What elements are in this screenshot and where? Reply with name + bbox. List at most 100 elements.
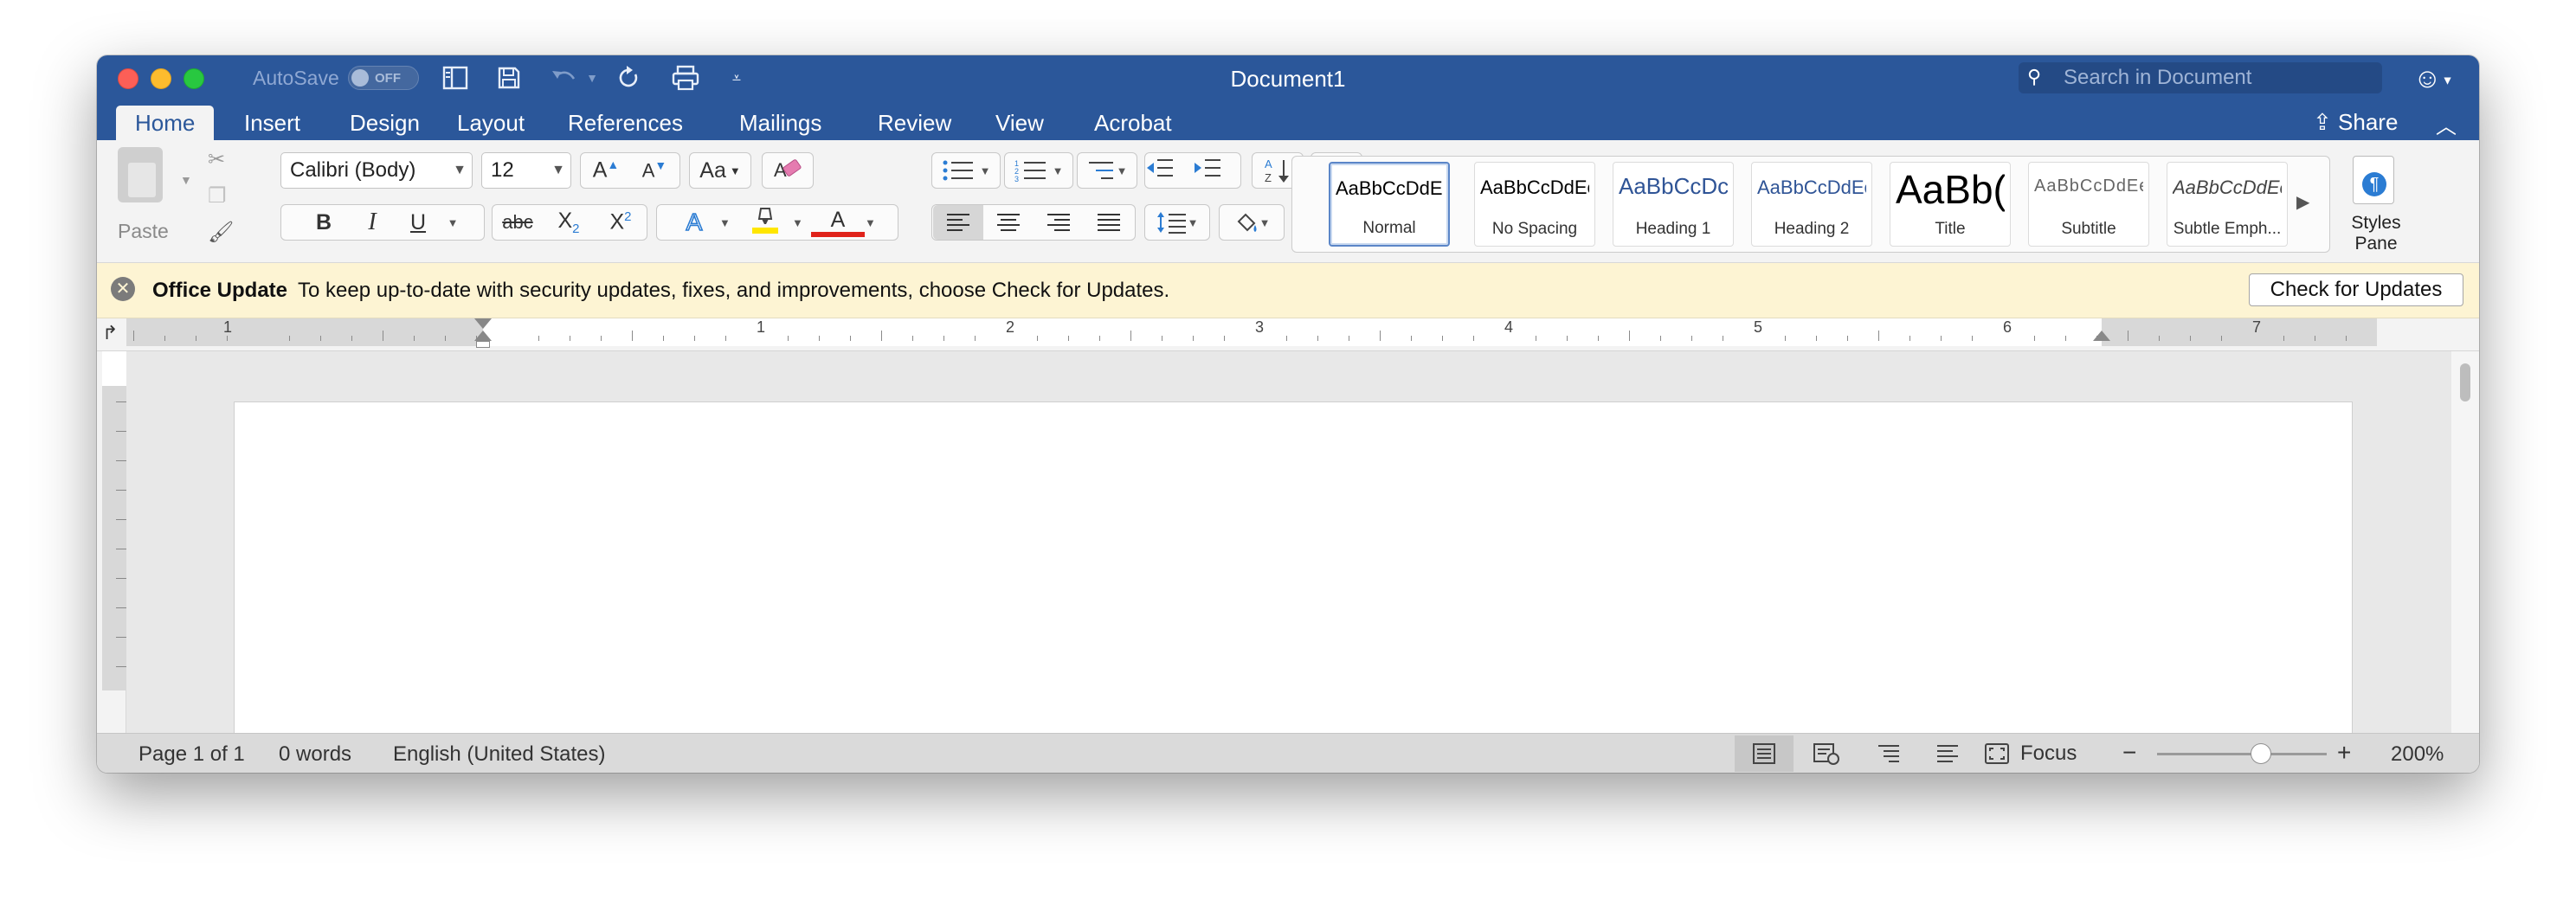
search-box[interactable]: ⚲ [2019, 62, 2382, 93]
style-heading-1[interactable]: AaBbCcDc Heading 1 [1613, 162, 1734, 247]
word-count[interactable]: 0 words [279, 742, 351, 767]
bullets-button[interactable]: ▼ [931, 152, 1001, 189]
ruler-tick [289, 336, 290, 341]
hanging-indent-marker[interactable] [474, 331, 492, 341]
check-for-updates-button[interactable]: Check for Updates [2249, 273, 2463, 306]
ruler-number: 6 [2003, 318, 2012, 336]
superscript-button[interactable]: X2 [595, 209, 647, 234]
clear-formatting-button[interactable]: A [762, 152, 814, 189]
align-right-button[interactable] [1034, 212, 1084, 233]
style-subtitle[interactable]: AaBbCcDdEe Subtitle [2028, 162, 2149, 247]
language-indicator[interactable]: English (United States) [393, 742, 605, 767]
tab-design[interactable]: Design [331, 106, 439, 140]
paste-dropdown-icon[interactable]: ▼ [180, 173, 192, 187]
underline-dropdown-icon[interactable]: ▼ [440, 216, 466, 229]
highlight-button[interactable] [738, 205, 792, 241]
decrease-indent-icon [1147, 158, 1173, 177]
tab-insert[interactable]: Insert [225, 106, 319, 140]
gallery-next-icon[interactable]: ▶ [2296, 191, 2309, 213]
italic-button[interactable]: I [348, 209, 396, 236]
subscript-button[interactable]: X2 [543, 209, 595, 236]
shading-button[interactable]: ▼ [1219, 204, 1285, 241]
focus-mode-button[interactable]: Focus [1984, 735, 2096, 772]
ruler-tick [351, 336, 352, 341]
tab-home[interactable]: Home [116, 106, 215, 140]
style-heading-2[interactable]: AaBbCcDdEe Heading 2 [1751, 162, 1872, 247]
tab-review[interactable]: Review [859, 106, 970, 140]
dismiss-update-icon[interactable]: ✕ [111, 277, 135, 301]
outline-view-button[interactable] [1859, 735, 1918, 772]
style-no-spacing[interactable]: AaBbCcDdEe No Spacing [1474, 162, 1595, 247]
script-group: abc X2 X2 [492, 204, 647, 241]
line-spacing-button[interactable]: ▼ [1144, 204, 1210, 241]
zoom-in-button[interactable]: + [2337, 739, 2351, 767]
font-color-button[interactable]: A [811, 208, 865, 237]
bold-button[interactable]: B [299, 210, 348, 235]
style-normal[interactable]: AaBbCcDdEe Normal [1329, 162, 1450, 247]
decrease-indent-button[interactable] [1145, 157, 1193, 185]
collapse-ribbon-icon[interactable]: ︿ [2436, 109, 2457, 139]
zoom-out-button[interactable]: − [2122, 739, 2136, 767]
paste-icon[interactable] [118, 147, 163, 202]
ruler-tick [881, 331, 882, 341]
share-button[interactable]: ⇪ Share [2313, 109, 2398, 136]
vertical-ruler[interactable] [97, 351, 126, 733]
text-effects-button[interactable]: A [669, 208, 719, 236]
underline-button[interactable]: U [396, 210, 440, 235]
print-layout-view-button[interactable] [1735, 735, 1794, 772]
ruler-tick [632, 331, 633, 341]
change-case-button[interactable]: Aa ▼ [689, 152, 751, 189]
paste-label[interactable]: Paste [118, 220, 169, 243]
justify-button[interactable] [1084, 212, 1134, 233]
text-effects-dropdown-icon[interactable]: ▼ [719, 216, 738, 229]
search-input[interactable] [2064, 66, 2367, 90]
style-title[interactable]: AaBb( Title [1890, 162, 2011, 247]
draft-view-button[interactable] [1918, 735, 1977, 772]
numbering-button[interactable]: 123 ▼ [1004, 152, 1073, 189]
scrollbar-thumb[interactable] [2460, 363, 2470, 401]
svg-text:A: A [1265, 157, 1272, 170]
font-size-combo[interactable]: 12 ▼ [481, 152, 571, 189]
styles-pane-button[interactable]: Styles Pane [2337, 213, 2415, 254]
ribbon-tab-bar: Home Insert Design Layout References Mai… [97, 100, 2479, 140]
tab-layout[interactable]: Layout [438, 106, 544, 140]
pilcrow-icon: ¶ [2362, 172, 2386, 196]
right-indent-marker[interactable] [2093, 331, 2110, 341]
zoom-slider-track[interactable] [2157, 753, 2327, 755]
ruler-tick [538, 336, 539, 341]
copy-icon[interactable]: ❐ [208, 183, 227, 209]
tab-stop-selector-icon[interactable]: ↱ [102, 322, 118, 344]
share-icon: ⇪ [2313, 109, 2332, 135]
font-name-combo[interactable]: Calibri (Body) ▼ [280, 152, 473, 189]
ruler-tick [943, 336, 944, 341]
strikethrough-button[interactable]: abc [493, 211, 543, 234]
align-left-button[interactable] [933, 205, 983, 240]
zoom-slider-knob[interactable] [2251, 743, 2271, 764]
multilevel-list-button[interactable]: ▼ [1077, 152, 1137, 189]
tab-acrobat[interactable]: Acrobat [1075, 106, 1191, 140]
web-layout-view-button[interactable] [1797, 735, 1856, 772]
vertical-scrollbar[interactable] [2451, 351, 2479, 733]
page-count[interactable]: Page 1 of 1 [138, 742, 245, 767]
styles-pane-icon[interactable]: ¶ [2353, 156, 2394, 204]
horizontal-ruler[interactable]: 1 1 2 3 4 5 6 7 [126, 318, 2377, 348]
tab-view[interactable]: View [976, 106, 1063, 140]
ruler-tick [1130, 331, 1131, 341]
increase-indent-button[interactable] [1193, 157, 1240, 185]
tab-mailings[interactable]: Mailings [720, 106, 840, 140]
zoom-level[interactable]: 200% [2391, 742, 2444, 767]
cut-icon[interactable]: ✂ [208, 147, 225, 172]
account-smiley-icon[interactable]: ☺▼ [2413, 62, 2454, 94]
first-line-indent-marker[interactable] [474, 318, 492, 329]
font-size-value: 12 [491, 158, 514, 182]
tab-references[interactable]: References [549, 106, 702, 140]
align-center-button[interactable] [983, 212, 1034, 233]
font-color-dropdown-icon[interactable]: ▼ [865, 216, 886, 229]
format-painter-icon[interactable]: 🖌 [208, 220, 234, 245]
left-indent-marker[interactable] [476, 341, 490, 348]
grow-font-button[interactable]: A▲ [582, 157, 630, 183]
highlight-dropdown-icon[interactable]: ▼ [792, 216, 811, 229]
style-subtle-emphasis[interactable]: AaBbCcDdEe Subtle Emph... [2167, 162, 2288, 247]
shrink-font-button[interactable]: A▼ [630, 158, 679, 182]
document-page[interactable] [234, 401, 2353, 733]
